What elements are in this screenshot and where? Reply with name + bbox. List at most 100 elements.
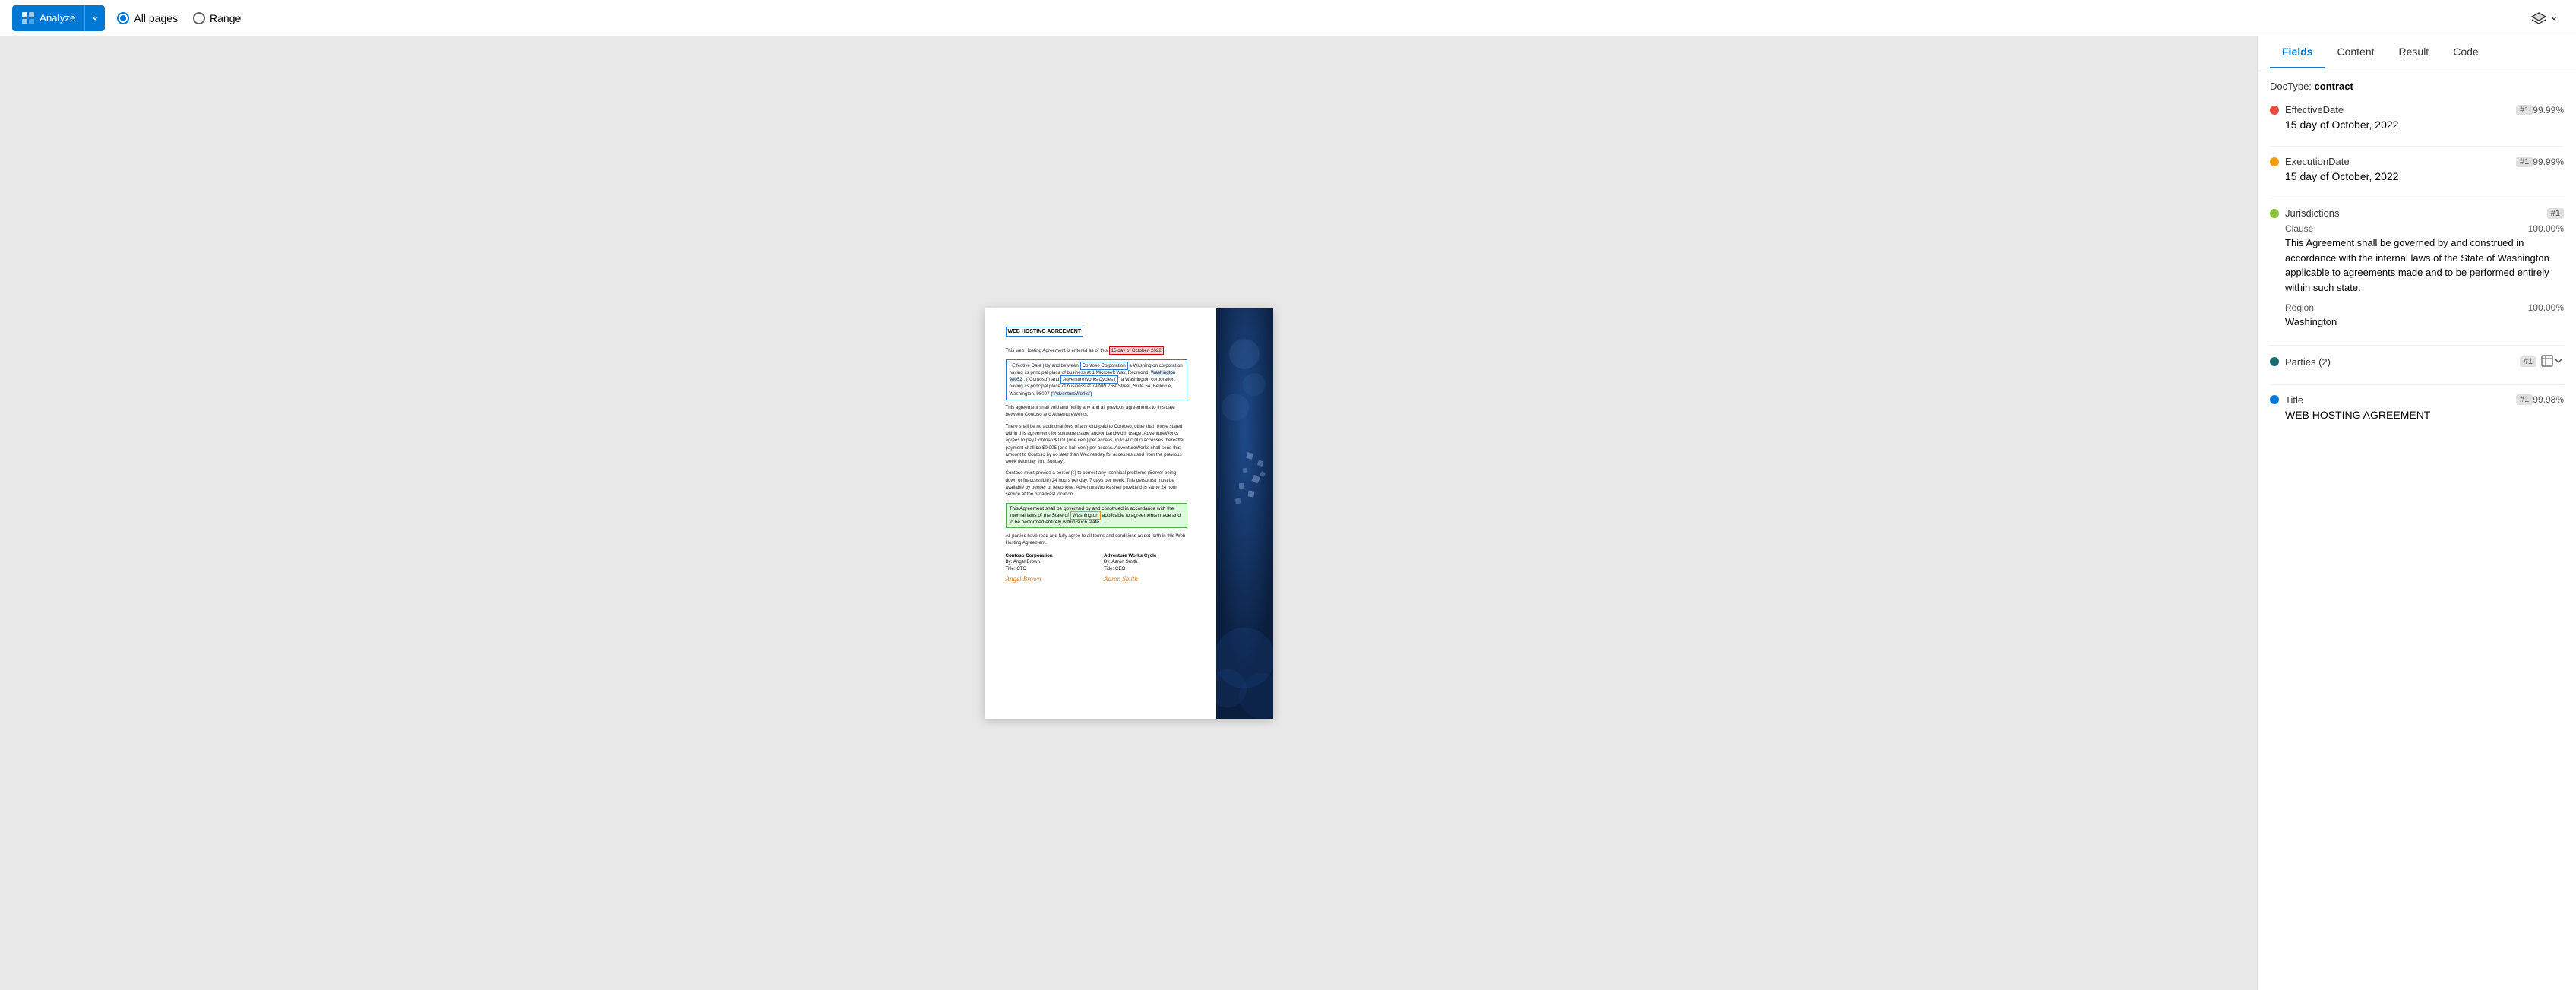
field-title-value: WEB HOSTING AGREEMENT xyxy=(2270,409,2564,421)
toolbar: Analyze All pages Range xyxy=(0,0,2576,36)
tab-code[interactable]: Code xyxy=(2441,36,2490,68)
subfield-clause-value: This Agreement shall be governed by and … xyxy=(2285,236,2564,295)
field-jurisdictions-dot xyxy=(2270,209,2279,218)
field-jurisdictions: Jurisdictions #1 Clause 100.00% This Agr… xyxy=(2270,207,2564,330)
page-selection: All pages Range xyxy=(117,12,241,24)
subfield-clause: Clause 100.00% This Agreement shall be g… xyxy=(2270,223,2564,295)
document-blue-panel xyxy=(1216,308,1273,719)
field-effective-date-name: EffectiveDate xyxy=(2285,104,2513,115)
doctype-row: DocType: contract xyxy=(2270,81,2564,92)
field-parties-dot xyxy=(2270,357,2279,366)
doc-jurisdiction-highlight: This Agreement shall be governed by and … xyxy=(1006,503,1187,528)
doc-title: WEB HOSTING AGREEMENT xyxy=(1006,327,1084,337)
all-pages-label: All pages xyxy=(134,12,178,24)
doc-party-block: ( Effective Date ) by and between Contos… xyxy=(1006,359,1187,400)
field-title-header: Title #1 99.98% xyxy=(2270,394,2564,406)
field-parties: Parties (2) #1 xyxy=(2270,355,2564,369)
subfield-region: Region 100.00% Washington xyxy=(2270,302,2564,330)
all-pages-radio-circle xyxy=(117,12,129,24)
analyze-label: Analyze xyxy=(40,12,75,24)
field-jurisdictions-header: Jurisdictions #1 xyxy=(2270,207,2564,219)
field-title-dot xyxy=(2270,395,2279,404)
main-content: WEB HOSTING AGREEMENT This web Hosting A… xyxy=(0,36,2576,990)
subfield-clause-confidence: 100.00% xyxy=(2528,223,2564,234)
layers-button[interactable] xyxy=(2524,8,2564,28)
field-title-badge: #1 xyxy=(2516,394,2533,405)
doc-section1: This agreement shall void and nullify an… xyxy=(1006,404,1187,419)
tab-result[interactable]: Result xyxy=(2387,36,2442,68)
field-execution-date: ExecutionDate #1 99.99% 15 day of Octobe… xyxy=(2270,156,2564,182)
subfield-region-value: Washington xyxy=(2285,315,2564,330)
table-icon xyxy=(2541,355,2553,369)
doc-washington-highlight: Washington xyxy=(1070,511,1101,520)
doc-section3: Contoso must provide a person(s) to corr… xyxy=(1006,470,1187,498)
range-label: Range xyxy=(210,12,241,24)
doctype-value: contract xyxy=(2315,81,2353,92)
field-parties-badge: #1 xyxy=(2520,356,2536,367)
field-execution-date-value: 15 day of October, 2022 xyxy=(2270,170,2564,182)
field-parties-header: Parties (2) #1 xyxy=(2270,355,2564,369)
range-radio[interactable]: Range xyxy=(193,12,241,24)
doc-party1-by: By: Angel Brown xyxy=(1006,559,1089,566)
analyze-icon xyxy=(21,11,35,25)
subfield-clause-label: Clause 100.00% xyxy=(2285,223,2564,234)
field-effective-date-confidence: 99.99% xyxy=(2533,105,2564,115)
field-jurisdictions-badge: #1 xyxy=(2547,208,2564,219)
field-execution-date-name: ExecutionDate xyxy=(2285,156,2513,167)
range-radio-circle xyxy=(193,12,205,24)
field-title-confidence: 99.98% xyxy=(2533,394,2564,405)
divider-1 xyxy=(2270,146,2564,147)
document-viewer[interactable]: WEB HOSTING AGREEMENT This web Hosting A… xyxy=(0,36,2257,990)
document-content: WEB HOSTING AGREEMENT This web Hosting A… xyxy=(1006,327,1187,584)
field-title-name: Title xyxy=(2285,394,2513,406)
field-title: Title #1 99.98% WEB HOSTING AGREEMENT xyxy=(2270,394,2564,421)
doc-party2-title: Title: CEO xyxy=(1104,566,1187,573)
panel-content: DocType: contract EffectiveDate #1 99.99… xyxy=(2258,68,2576,990)
field-effective-date-badge: #1 xyxy=(2516,105,2533,115)
toolbar-right xyxy=(2524,8,2564,28)
divider-4 xyxy=(2270,384,2564,385)
subfield-region-confidence: 100.00% xyxy=(2528,302,2564,313)
divider-3 xyxy=(2270,345,2564,346)
doc-contoso-highlight: Contoso Corporation xyxy=(1080,362,1128,370)
all-pages-radio[interactable]: All pages xyxy=(117,12,178,24)
doc-party2-name: Adventure Works Cycle xyxy=(1104,553,1187,560)
analyze-dropdown[interactable] xyxy=(85,5,105,31)
doc-intro: This web Hosting Agreement is entered as… xyxy=(1006,347,1187,354)
field-execution-date-dot xyxy=(2270,157,2279,166)
panel-tabs: Fields Content Result Code xyxy=(2258,36,2576,68)
field-jurisdictions-name: Jurisdictions xyxy=(2285,207,2544,219)
doc-date-highlight: 15 day of October, 2022 xyxy=(1109,346,1164,355)
field-parties-expand[interactable] xyxy=(2553,356,2564,368)
doc-party2-by: By: Aaron Smith xyxy=(1104,559,1187,566)
field-execution-date-badge: #1 xyxy=(2516,157,2533,167)
chevron-down-icon xyxy=(91,14,99,22)
field-effective-date: EffectiveDate #1 99.99% 15 day of Octobe… xyxy=(2270,104,2564,131)
tab-content[interactable]: Content xyxy=(2325,36,2386,68)
doc-section2: There shall be no additional fees of any… xyxy=(1006,423,1187,466)
analyze-button[interactable]: Analyze xyxy=(12,5,105,31)
layers-icon xyxy=(2530,11,2547,25)
chevron-down-icon-layers xyxy=(2550,14,2558,22)
field-execution-date-header: ExecutionDate #1 99.99% xyxy=(2270,156,2564,167)
doc-parties: Contoso Corporation By: Angel Brown Titl… xyxy=(1006,553,1187,584)
field-effective-date-header: EffectiveDate #1 99.99% xyxy=(2270,104,2564,115)
doc-party2-signature: Aaron Smith xyxy=(1104,574,1187,584)
doc-party2: Adventure Works Cycle By: Aaron Smith Ti… xyxy=(1104,553,1187,584)
doc-closing: All parties have read and fully agree to… xyxy=(1006,533,1187,547)
field-parties-name: Parties (2) xyxy=(2285,356,2517,368)
doc-party1-signature: Angel Brown xyxy=(1006,574,1089,584)
field-effective-date-dot xyxy=(2270,106,2279,115)
doc-party1-name: Contoso Corporation xyxy=(1006,553,1089,560)
document-page: WEB HOSTING AGREEMENT This web Hosting A… xyxy=(985,308,1273,719)
doctype-label: DocType: xyxy=(2270,81,2312,92)
doc-party1-title: Title: CTO xyxy=(1006,566,1089,573)
field-effective-date-value: 15 day of October, 2022 xyxy=(2270,119,2564,131)
subfield-region-label: Region 100.00% xyxy=(2285,302,2564,313)
tab-fields[interactable]: Fields xyxy=(2270,36,2325,68)
right-panel: Fields Content Result Code DocType: cont… xyxy=(2257,36,2576,990)
field-execution-date-confidence: 99.99% xyxy=(2533,157,2564,167)
analyze-main[interactable]: Analyze xyxy=(12,5,85,31)
doc-party1: Contoso Corporation By: Angel Brown Titl… xyxy=(1006,553,1089,584)
doc-adventureworks-highlight: AdventureWorks Cycles ( xyxy=(1060,375,1118,384)
